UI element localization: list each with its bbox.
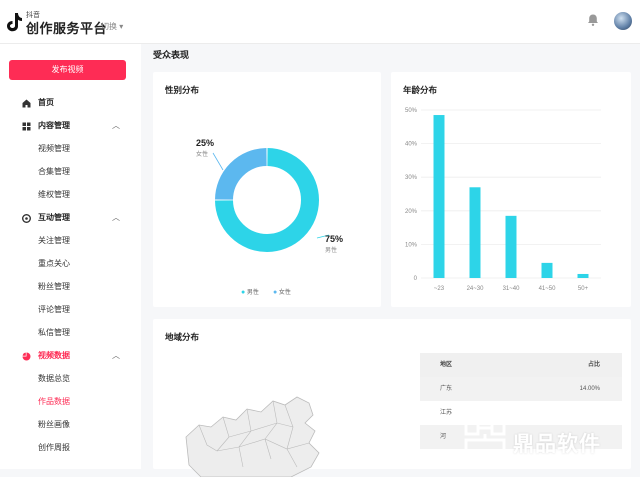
sidebar-item-follow-management[interactable]: 关注管理 [0,234,141,248]
sidebar-item-fans-portrait[interactable]: 粉丝画像 [0,418,141,432]
gender-donut-chart [212,148,330,252]
sidebar-item-comment-management[interactable]: 评论管理 [0,303,141,317]
age-bar[interactable] [577,273,589,278]
age-bar[interactable] [469,187,481,278]
avatar[interactable] [614,12,632,30]
sidebar-item-label: 首页 [38,98,54,107]
y-tick-label: 40% [405,142,418,148]
sidebar-item-video-data[interactable]: 视频数据 ︿ [0,349,141,363]
watermark-logo-icon [464,420,506,458]
section-title: 受众表现 [153,50,190,60]
x-tick-label: ~23 [434,286,445,292]
watermark-text: 鼎品软件 [513,433,601,456]
y-tick-label: 30% [405,175,418,181]
gender-card: 性别分布 25% 女性 75% 男性 ● 男性 ● 女性 [153,72,381,307]
watermark: 鼎品软件 [464,418,640,462]
sidebar-item-label: 粉丝管理 [38,282,70,291]
female-percent-label: 25% [196,138,215,148]
sidebar-item-fans-management[interactable]: 粉丝管理 [0,280,141,294]
sidebar-item-message-management[interactable]: 私信管理 [0,326,141,340]
interact-icon [22,214,31,223]
sidebar-item-label: 重点关心 [38,259,70,268]
sidebar-item-label: 粉丝画像 [38,420,70,429]
sidebar-item-label: 视频管理 [38,144,70,153]
sidebar-item-rights-management[interactable]: 维权管理 [0,188,141,202]
sidebar-item-label: 互动管理 [38,213,70,222]
region-cell: 河 [440,434,447,440]
x-tick-label: 31~40 [503,286,521,292]
region-title: 地域分布 [165,332,200,342]
sidebar-item-collection-management[interactable]: 合集管理 [0,165,141,179]
region-cell: 广东 [440,386,453,392]
sidebar-item-label: 维权管理 [38,190,70,199]
switch-dropdown[interactable]: 切换 ▾ [101,21,123,32]
legend-male-label: 男性 [246,290,259,296]
female-leader-line [212,152,224,171]
sidebar-item-data-overview[interactable]: 数据总览 [0,372,141,386]
sidebar-item-content-management[interactable]: 内容管理 ︿ [0,119,141,133]
age-card: 年龄分布 0 10% 20% 30% 40% 50% ~23 24~30 31~40 41~50 5… [391,72,631,307]
sidebar-item-home[interactable]: 首页 [0,96,141,110]
male-percent-label: 75% [325,234,344,244]
main-content: 受众表现 性别分布 25% 女性 75% 男性 ● 男性 ● 女性 年龄分布 0… [141,44,640,477]
age-bar-chart: 0 10% 20% 30% 40% 50% ~23 24~30 31~40 41~50 50+ [405,108,601,292]
y-tick-label: 0 [414,276,418,282]
sidebar-item-label: 评论管理 [38,305,70,314]
sidebar-item-key-care[interactable]: 重点关心 [0,257,141,271]
sidebar-item-interaction-management[interactable]: 互动管理 ︿ [0,211,141,225]
male-label: 男性 [325,248,338,254]
female-slice[interactable] [215,148,268,201]
x-tick-label: 50+ [578,286,589,292]
publish-video-button[interactable]: 发布视频 [9,60,126,80]
sidebar-item-label: 私信管理 [38,328,70,337]
sidebar-item-video-management[interactable]: 视频管理 [0,142,141,156]
female-label: 女性 [196,152,209,158]
brand-title: 创作服务平台 [26,21,108,36]
legend-male[interactable]: ● 男性 [241,287,259,296]
sidebar: 发布视频 首页 内容管理 ︿ 视频管理 合集管理 维权管理 互动管理 ︿ 关注管… [0,44,141,469]
pie-icon [22,352,31,361]
chevron-up-icon[interactable]: ︿ [112,119,120,133]
top-bar: 抖音 创作服务平台 切换 ▾ [0,0,640,44]
legend-female-label: 女性 [278,290,291,296]
x-tick-label: 24~30 [467,286,485,292]
sidebar-item-label: 创作周报 [38,443,70,452]
china-map[interactable] [181,387,331,477]
table-row[interactable]: 广东 14.00% [420,377,622,401]
share-column-header: 占比 [587,362,600,368]
sidebar-item-label: 视频数据 [38,351,70,360]
sidebar-item-label: 关注管理 [38,236,70,245]
sidebar-item-label: 内容管理 [38,121,70,130]
bell-icon[interactable] [586,13,600,27]
share-cell: 14.00% [579,386,600,392]
chevron-up-icon[interactable]: ︿ [112,349,120,363]
legend-female[interactable]: ● 女性 [273,287,291,296]
age-bar[interactable] [433,115,445,278]
sidebar-item-label: 作品数据 [38,397,70,406]
table-header-row: 地区 占比 [420,353,622,377]
douyin-logo-icon[interactable] [6,12,22,32]
sidebar-item-label: 数据总览 [38,374,70,383]
age-bar[interactable] [505,215,517,278]
region-column-header: 地区 [440,362,453,368]
grid-icon [22,122,31,131]
sidebar-item-label: 合集管理 [38,167,70,176]
x-tick-label: 41~50 [539,286,557,292]
y-tick-label: 20% [405,209,418,215]
y-tick-label: 10% [405,242,418,248]
home-icon [22,99,31,108]
chevron-up-icon[interactable]: ︿ [112,211,120,225]
region-cell: 江苏 [440,410,453,416]
sidebar-item-works-data[interactable]: 作品数据 [0,395,141,409]
sidebar-item-creation-weekly[interactable]: 创作周报 [0,441,141,455]
y-tick-label: 50% [405,108,418,114]
age-bar[interactable] [541,262,553,278]
